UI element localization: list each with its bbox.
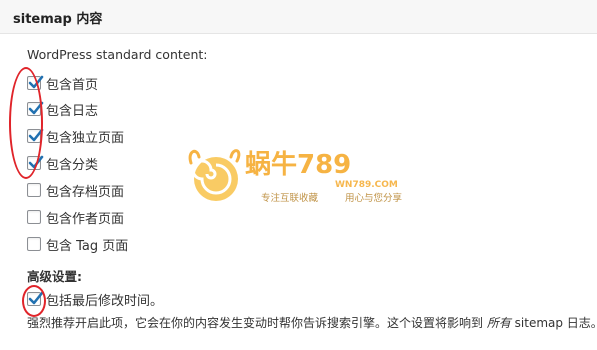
checkbox-include-posts[interactable]	[27, 101, 44, 116]
checkmark-icon	[28, 128, 44, 142]
option-label: 包括最后修改时间。	[46, 293, 164, 309]
hint-text: 强烈推荐开启此项，它会在你的内容发生变动时帮你告诉搜索引擎。这个设置将影响到	[27, 316, 487, 330]
checkbox-include-categories[interactable]	[27, 155, 44, 170]
hint-emphasis: 所有	[486, 316, 511, 330]
watermark-slogan-left: 专注互联收藏	[261, 192, 319, 204]
option-label: 包含 Tag 页面	[46, 238, 129, 254]
option-include-archives[interactable]: 包含存档页面	[27, 181, 125, 200]
snail-logo-icon: 蜗牛789 WN789.COM 专注互联收藏 用心与您分享	[188, 149, 402, 204]
option-label: 包含存档页面	[46, 184, 125, 200]
checkmark-icon	[28, 75, 44, 89]
standard-content-label: WordPress standard content:	[27, 47, 208, 62]
checkmark-icon	[28, 155, 44, 169]
lastmod-hint: 强烈推荐开启此项，它会在你的内容发生变动时帮你告诉搜索引擎。这个设置将影响到 所…	[27, 314, 597, 331]
watermark-logo-text: 蜗牛789	[245, 150, 351, 180]
watermark-logo: 蜗牛789 WN789.COM 专注互联收藏 用心与您分享	[185, 145, 415, 207]
checkbox-include-lastmod[interactable]	[27, 291, 44, 306]
sitemap-content-panel: sitemap 内容 WordPress standard content: 包…	[0, 0, 597, 350]
option-include-posts[interactable]: 包含日志	[27, 100, 99, 119]
panel-header: sitemap 内容	[0, 0, 597, 34]
panel-title: sitemap 内容	[13, 12, 103, 27]
checkmark-icon	[28, 101, 44, 115]
checkbox-include-authors[interactable]	[27, 210, 41, 224]
option-include-tags[interactable]: 包含 Tag 页面	[27, 235, 129, 254]
watermark-domain: WN789.COM	[335, 180, 398, 190]
option-include-homepage[interactable]: 包含首页	[27, 74, 99, 93]
option-include-authors[interactable]: 包含作者页面	[27, 208, 125, 227]
watermark-slogan-right: 用心与您分享	[345, 192, 402, 204]
checkbox-include-homepage[interactable]	[27, 75, 44, 90]
checkbox-include-archives[interactable]	[27, 183, 41, 197]
option-include-categories[interactable]: 包含分类	[27, 154, 99, 173]
checkbox-include-tags[interactable]	[27, 237, 41, 251]
option-label: 包含首页	[46, 77, 99, 93]
checkmark-icon	[28, 291, 44, 305]
option-label: 包含日志	[46, 103, 99, 119]
hint-text-end: sitemap 日志。	[510, 316, 597, 330]
option-label: 包含作者页面	[46, 211, 125, 227]
checkbox-include-pages[interactable]	[27, 128, 44, 143]
advanced-settings-label: 高级设置:	[27, 269, 82, 284]
option-label: 包含独立页面	[46, 130, 125, 146]
option-label: 包含分类	[46, 157, 99, 173]
option-include-lastmod[interactable]: 包括最后修改时间。	[27, 290, 164, 309]
option-include-pages[interactable]: 包含独立页面	[27, 127, 125, 146]
